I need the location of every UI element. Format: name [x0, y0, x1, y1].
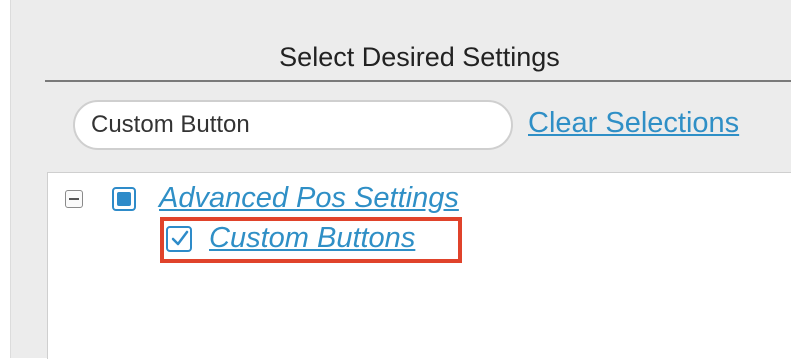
collapse-icon[interactable]	[65, 190, 83, 208]
settings-tree: Advanced Pos Settings Custom Buttons	[47, 172, 791, 359]
tree-item-custom-buttons[interactable]: Custom Buttons	[209, 222, 415, 255]
title-divider	[45, 80, 791, 82]
clear-selections-link[interactable]: Clear Selections	[528, 107, 739, 140]
search-input[interactable]	[73, 100, 513, 150]
tree-item-advanced-pos-settings[interactable]: Advanced Pos Settings	[159, 182, 459, 215]
child-checkbox[interactable]	[166, 226, 192, 252]
settings-panel: Select Desired Settings Clear Selections…	[10, 0, 791, 359]
panel-title: Select Desired Settings	[279, 42, 560, 72]
checkmark-icon	[171, 230, 189, 246]
parent-partial-checkbox[interactable]	[112, 187, 136, 211]
